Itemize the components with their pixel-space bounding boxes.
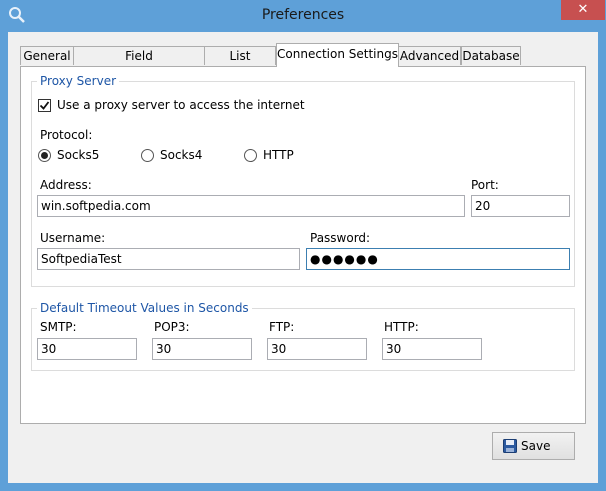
close-button[interactable]: ✕ bbox=[561, 0, 605, 20]
save-button[interactable]: Save bbox=[492, 432, 575, 460]
tab-list-settings[interactable]: List Settings bbox=[204, 46, 276, 81]
timeout-group: Default Timeout Values in Seconds SMTP: … bbox=[31, 301, 575, 371]
checkmark-icon bbox=[39, 101, 50, 110]
radio-socks5[interactable] bbox=[38, 149, 51, 162]
use-proxy-checkbox[interactable] bbox=[38, 99, 51, 112]
tab-connection-settings[interactable]: Connection Settings bbox=[276, 43, 399, 67]
connection-settings-panel: Proxy Server Use a proxy server to acces… bbox=[20, 66, 586, 424]
pop3-label: POP3: bbox=[154, 320, 190, 334]
tab-advanced[interactable]: Advanced bbox=[398, 46, 461, 65]
proxy-server-legend: Proxy Server bbox=[37, 74, 120, 88]
proxy-server-group: Proxy Server Use a proxy server to acces… bbox=[31, 74, 575, 287]
http-label: HTTP: bbox=[384, 320, 419, 334]
address-label: Address: bbox=[40, 178, 92, 192]
http-input[interactable] bbox=[382, 338, 482, 360]
tab-database[interactable]: Database bbox=[461, 46, 521, 65]
username-input[interactable] bbox=[37, 248, 300, 270]
pop3-input[interactable] bbox=[152, 338, 252, 360]
radio-socks5-label[interactable]: Socks5 bbox=[57, 148, 99, 162]
smtp-input[interactable] bbox=[37, 338, 137, 360]
ftp-label: FTP: bbox=[269, 320, 295, 334]
tab-field-names-variables[interactable]: Field Names/Variables bbox=[73, 46, 205, 81]
protocol-label: Protocol: bbox=[40, 128, 93, 142]
username-label: Username: bbox=[40, 231, 106, 245]
port-label: Port: bbox=[471, 178, 499, 192]
ftp-input[interactable] bbox=[267, 338, 367, 360]
password-input[interactable] bbox=[306, 248, 570, 270]
radio-http[interactable] bbox=[244, 149, 257, 162]
port-input[interactable] bbox=[471, 195, 570, 217]
radio-socks4[interactable] bbox=[141, 149, 154, 162]
radio-http-label[interactable]: HTTP bbox=[263, 148, 294, 162]
radio-socks4-label[interactable]: Socks4 bbox=[160, 148, 202, 162]
use-proxy-label[interactable]: Use a proxy server to access the interne… bbox=[57, 98, 305, 112]
save-button-label[interactable]: Save bbox=[521, 439, 550, 453]
address-input[interactable] bbox=[37, 195, 465, 217]
window-title: Preferences bbox=[261, 7, 345, 23]
floppy-disk-icon bbox=[503, 439, 517, 453]
title-bar: Preferences ✕ bbox=[0, 0, 606, 32]
tab-general[interactable]: General bbox=[20, 46, 74, 65]
smtp-label: SMTP: bbox=[40, 320, 77, 334]
password-label: Password: bbox=[310, 231, 371, 245]
window-client: General Field Names/Variables List Setti… bbox=[8, 32, 598, 483]
timeout-legend: Default Timeout Values in Seconds bbox=[37, 301, 252, 315]
